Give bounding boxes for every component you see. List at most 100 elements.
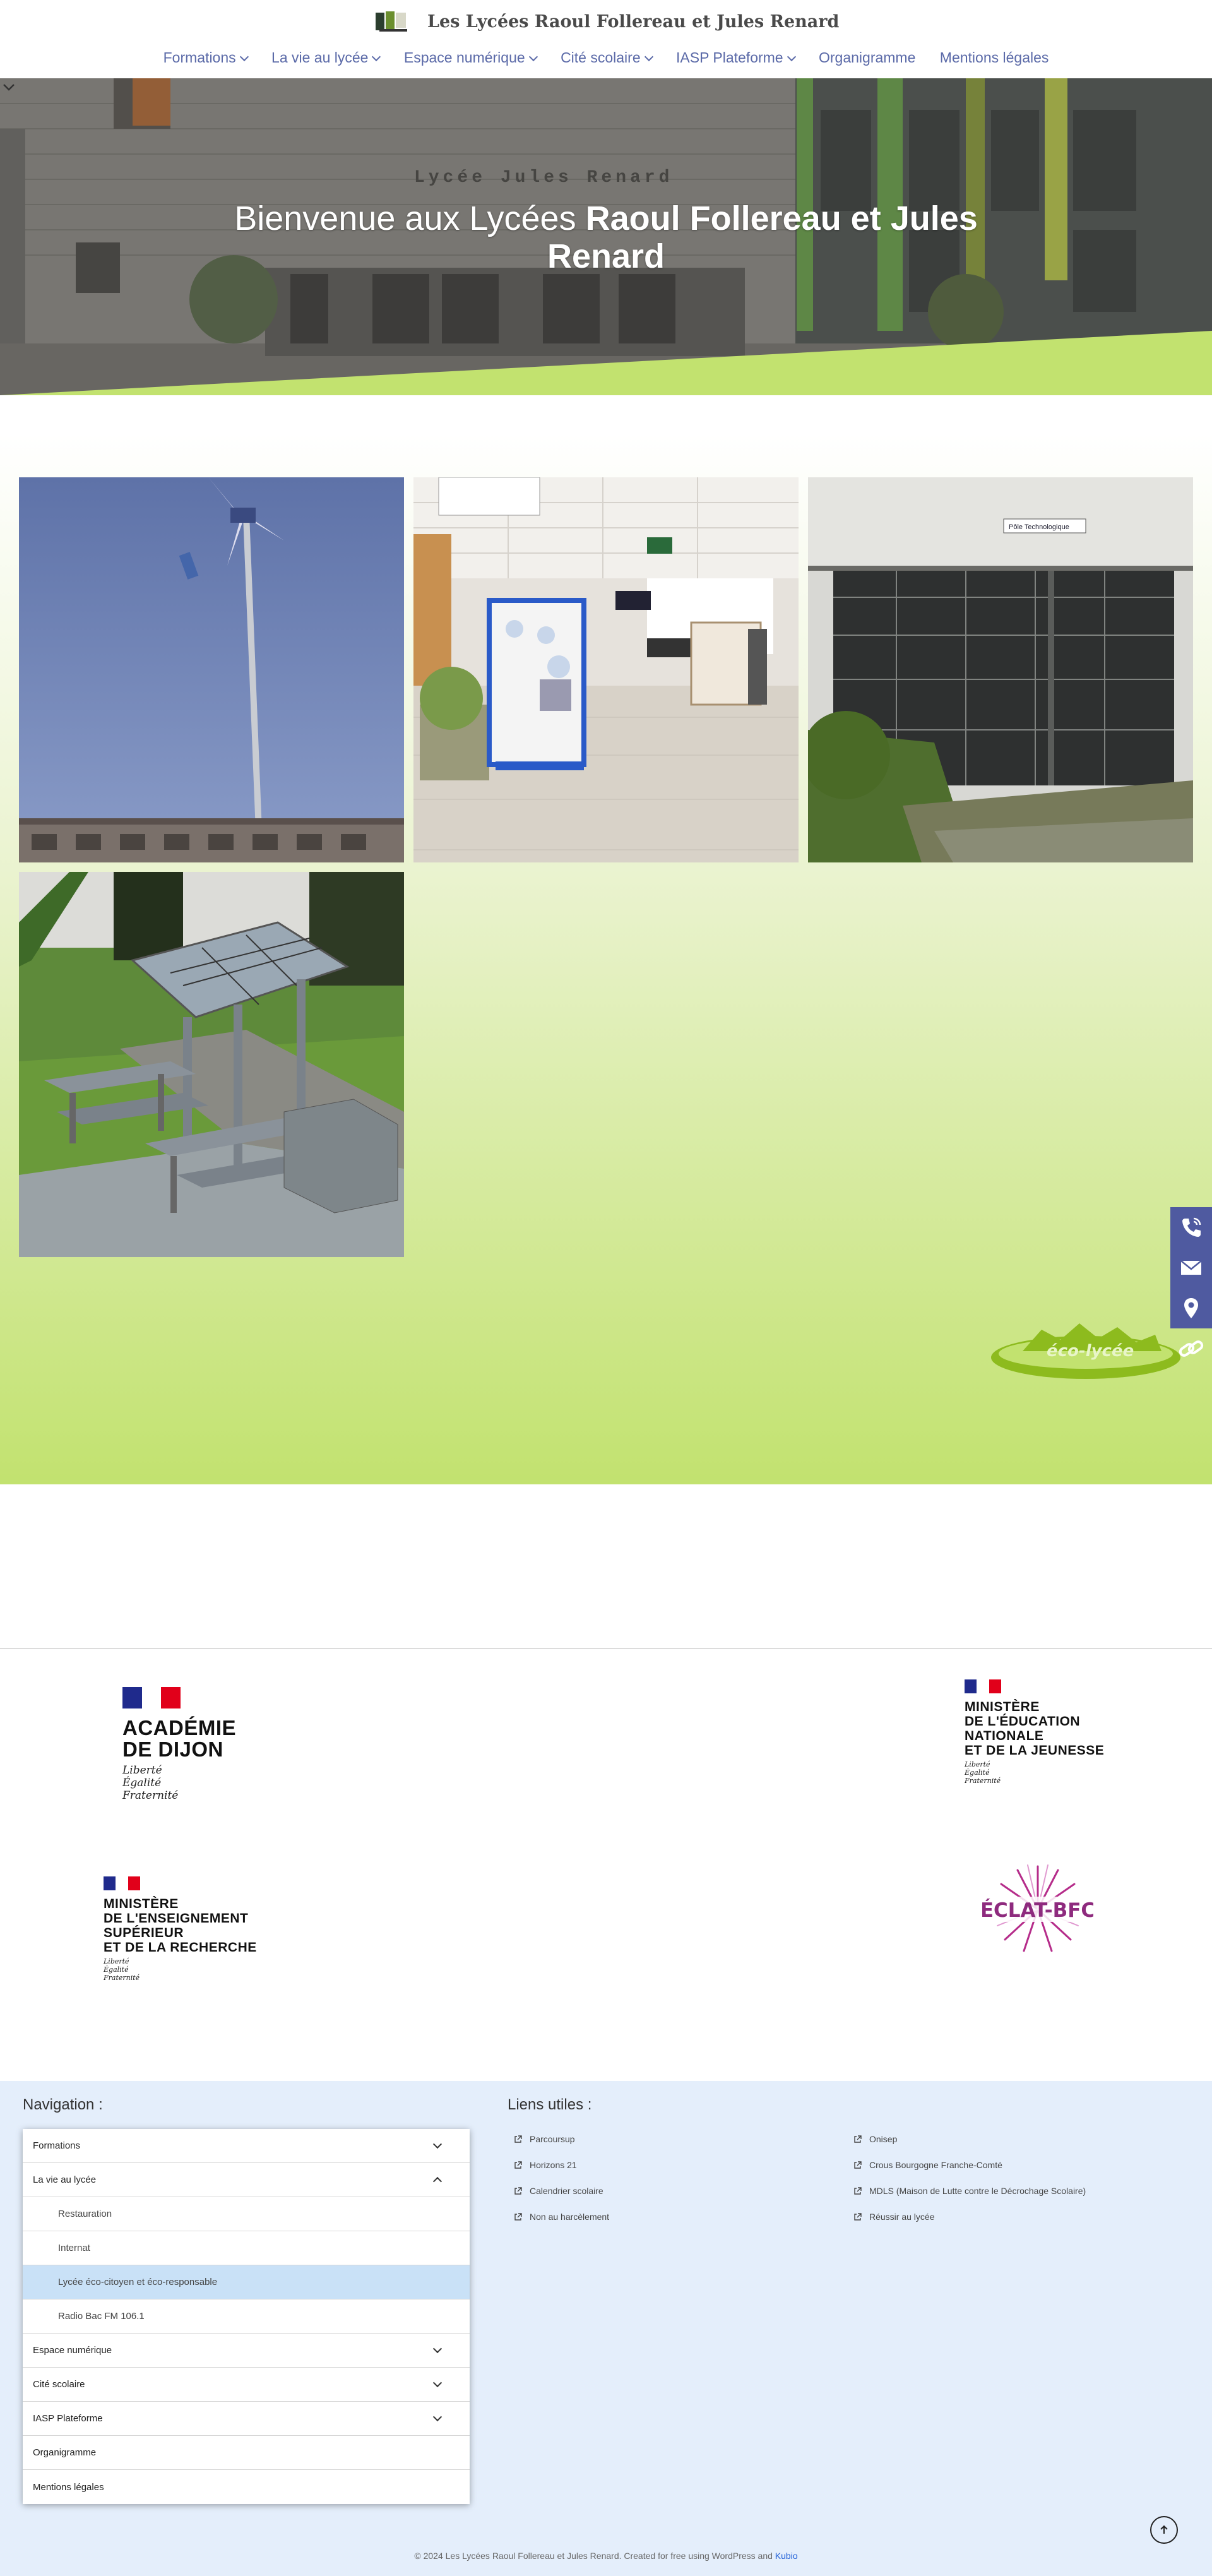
link-onisep[interactable]: Onisep bbox=[853, 2134, 897, 2144]
ministere-education-logo[interactable]: MINISTÈRE DE L'ÉDUCATION NATIONALE ET DE… bbox=[965, 1679, 1104, 1785]
gallery-image-wind-turbine[interactable] bbox=[19, 477, 404, 862]
eco-lycee-text: éco-lycée bbox=[1047, 1342, 1134, 1361]
link-label: Parcoursup bbox=[530, 2134, 575, 2144]
education-line2: DE L'ÉDUCATION bbox=[965, 1714, 1081, 1729]
french-flag-icon bbox=[104, 1876, 140, 1890]
chevron-down-icon bbox=[239, 52, 249, 62]
link-reussir-au-lycee[interactable]: Réussir au lycée bbox=[853, 2212, 935, 2222]
french-flag-icon bbox=[122, 1687, 181, 1708]
back-to-top-button[interactable] bbox=[1150, 2516, 1178, 2544]
chevron-down-icon bbox=[528, 52, 538, 62]
link-label: Réussir au lycée bbox=[869, 2212, 935, 2222]
footer-menu-organigramme[interactable]: Organigramme bbox=[23, 2436, 470, 2470]
footer-menu-formations[interactable]: Formations bbox=[23, 2129, 470, 2163]
link-label: Calendrier scolaire bbox=[530, 2186, 603, 2196]
chevron-down-icon[interactable] bbox=[432, 2378, 443, 2388]
nav-formations[interactable]: Formations bbox=[163, 49, 249, 66]
menu-label: Mentions légales bbox=[33, 2481, 104, 2493]
main-nav: Formations La vie au lycée Espace numéri… bbox=[0, 49, 1212, 66]
link-non-au-harcelement[interactable]: Non au harcèlement bbox=[514, 2212, 609, 2222]
nav-cite-scolaire[interactable]: Cité scolaire bbox=[561, 49, 653, 66]
hero-title-prefix: Bienvenue aux Lycées bbox=[234, 200, 586, 237]
nav-vie-au-lycee[interactable]: La vie au lycée bbox=[271, 49, 381, 66]
menu-label: La vie au lycée bbox=[33, 2174, 97, 2185]
footer-menu-iasp-plateforme[interactable]: IASP Plateforme bbox=[23, 2402, 470, 2436]
link-button[interactable] bbox=[1170, 1328, 1212, 1369]
nav-label: La vie au lycée bbox=[271, 49, 369, 66]
external-link-icon bbox=[854, 2186, 862, 2195]
copyright-label: © 2024 Les Lycées Raoul Follereau et Jul… bbox=[414, 2551, 775, 2561]
scroll-down-chevron-icon[interactable] bbox=[0, 78, 18, 96]
enseignement-line4: ET DE LA RECHERCHE bbox=[104, 1940, 257, 1955]
link-horizons-21[interactable]: Horizons 21 bbox=[514, 2160, 577, 2170]
external-link-icon bbox=[514, 2186, 522, 2195]
eclat-bfc-text: ÉCLAT-BFC bbox=[982, 1899, 1093, 1922]
gallery-image-tech-door[interactable]: Pôle Technologique bbox=[808, 477, 1193, 862]
chevron-down-icon[interactable] bbox=[432, 2139, 443, 2149]
academie-dijon-logo[interactable]: ACADÉMIE DE DIJON Liberté Égalité Frater… bbox=[122, 1687, 236, 1802]
academie-motto-3: Fraternité bbox=[122, 1789, 179, 1802]
menu-label: Formations bbox=[33, 2140, 81, 2151]
link-label: Onisep bbox=[869, 2134, 898, 2144]
enseignement-motto-1: Liberté bbox=[104, 1957, 129, 1965]
nav-label: Espace numérique bbox=[403, 49, 525, 66]
nav-mentions-legales[interactable]: Mentions légales bbox=[940, 49, 1049, 66]
gallery-image-solar-picnic[interactable] bbox=[19, 872, 404, 1257]
mail-button[interactable] bbox=[1170, 1248, 1212, 1288]
gallery-image-hall[interactable] bbox=[413, 477, 799, 862]
menu-label: Radio Bac FM 106.1 bbox=[58, 2311, 145, 2322]
footer-menu-cite-scolaire[interactable]: Cité scolaire bbox=[23, 2368, 470, 2402]
nav-organigramme[interactable]: Organigramme bbox=[819, 49, 915, 66]
footer-menu-internat[interactable]: Internat bbox=[23, 2231, 470, 2265]
chevron-down-icon bbox=[787, 52, 796, 62]
footer-menu-eco-citoyen[interactable]: Lycée éco-citoyen et éco-responsable bbox=[23, 2265, 470, 2299]
location-button[interactable] bbox=[1170, 1288, 1212, 1328]
phone-button[interactable] bbox=[1170, 1207, 1212, 1248]
enseignement-line2: DE L'ENSEIGNEMENT bbox=[104, 1911, 249, 1926]
education-line1: MINISTÈRE bbox=[965, 1700, 1040, 1714]
nav-espace-numerique[interactable]: Espace numérique bbox=[403, 49, 538, 66]
chevron-up-icon[interactable] bbox=[432, 2176, 443, 2186]
external-link-icon bbox=[854, 2135, 862, 2143]
enseignement-line3: SUPÉRIEUR bbox=[104, 1926, 184, 1940]
link-calendrier-scolaire[interactable]: Calendrier scolaire bbox=[514, 2186, 603, 2196]
footer-links-heading: Liens utiles : bbox=[508, 2096, 592, 2113]
footer-menu-restauration[interactable]: Restauration bbox=[23, 2197, 470, 2231]
hero-banner: Lycée Jules Renard Bienvenue aux Lycées … bbox=[0, 78, 1212, 395]
eclat-bfc-logo[interactable]: ÉCLAT-BFC bbox=[982, 1863, 1093, 1957]
ministere-enseignement-logo[interactable]: MINISTÈRE DE L'ENSEIGNEMENT SUPÉRIEUR ET… bbox=[104, 1876, 257, 1982]
nav-iasp-plateforme[interactable]: IASP Plateforme bbox=[676, 49, 796, 66]
school-logo-icon[interactable] bbox=[373, 9, 412, 34]
menu-label: Lycée éco-citoyen et éco-responsable bbox=[58, 2277, 218, 2287]
footer-menu-espace-numerique[interactable]: Espace numérique bbox=[23, 2334, 470, 2368]
kubio-link[interactable]: Kubio bbox=[775, 2551, 798, 2561]
mail-icon bbox=[1180, 1260, 1202, 1275]
academie-motto-2: Égalité bbox=[122, 1777, 162, 1789]
site-brand[interactable]: Les Lycées Raoul Follereau et Jules Rena… bbox=[0, 9, 1212, 34]
education-motto-1: Liberté bbox=[965, 1760, 990, 1768]
enseignement-line1: MINISTÈRE bbox=[104, 1897, 179, 1911]
chevron-down-icon bbox=[372, 52, 381, 62]
footer-menu-mentions-legales[interactable]: Mentions légales bbox=[23, 2470, 470, 2504]
link-parcoursup[interactable]: Parcoursup bbox=[514, 2134, 575, 2144]
link-label: MDLS (Maison de Lutte contre le Décrocha… bbox=[869, 2186, 1086, 2196]
location-icon bbox=[1184, 1298, 1198, 1318]
external-link-icon bbox=[514, 2135, 522, 2143]
chevron-down-icon[interactable] bbox=[432, 2344, 443, 2354]
footer-menu-vie-au-lycee[interactable]: La vie au lycée bbox=[23, 2163, 470, 2197]
nav-label: Organigramme bbox=[819, 49, 916, 66]
nav-label: Mentions légales bbox=[939, 49, 1049, 66]
academie-line2: DE DIJON bbox=[122, 1738, 223, 1761]
site-title: Les Lycées Raoul Follereau et Jules Rena… bbox=[427, 11, 840, 32]
chevron-down-icon[interactable] bbox=[432, 2412, 443, 2422]
phone-icon bbox=[1182, 1217, 1201, 1237]
external-link-icon bbox=[514, 2161, 522, 2169]
enseignement-motto-2: Égalité bbox=[104, 1965, 129, 1974]
side-contact-bar bbox=[1170, 1207, 1212, 1369]
footer-menu-radio-bac-fm[interactable]: Radio Bac FM 106.1 bbox=[23, 2299, 470, 2334]
external-link-icon bbox=[854, 2161, 862, 2169]
link-label: Crous Bourgogne Franche-Comté bbox=[869, 2160, 1002, 2170]
link-mdls[interactable]: MDLS (Maison de Lutte contre le Décrocha… bbox=[853, 2186, 1086, 2196]
link-crous[interactable]: Crous Bourgogne Franche-Comté bbox=[853, 2160, 1002, 2170]
link-icon bbox=[1179, 1340, 1204, 1357]
